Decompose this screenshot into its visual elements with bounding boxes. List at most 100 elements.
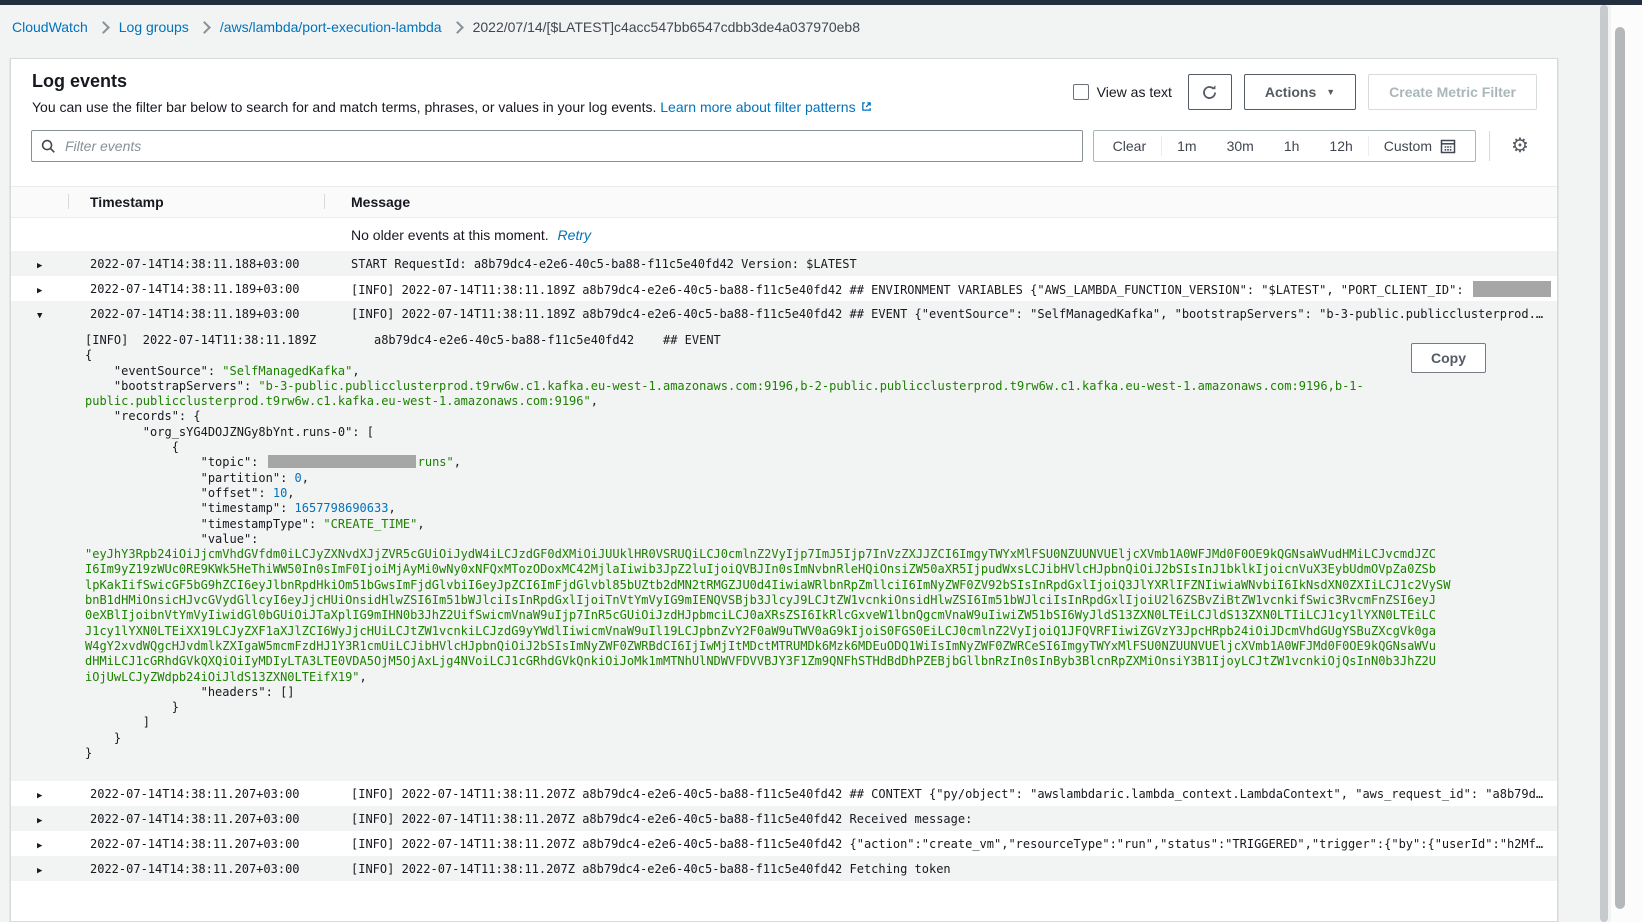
row-message: START RequestId: a8b79dc4-e2e6-40c5-ba88… [324, 257, 1557, 271]
time-presets: 1m30m1h12h [1162, 138, 1368, 154]
time-clear-button[interactable]: Clear [1098, 138, 1161, 154]
json-line: dHMiLCJ1cGRhdGVkQXQiOiIyMDIyLTA3LTE0VDA5… [85, 654, 1537, 669]
refresh-button[interactable] [1188, 74, 1232, 110]
row-timestamp: 2022-07-14T14:38:11.207+03:00 [68, 812, 324, 826]
log-events-table: Timestamp Message No older events at thi… [11, 186, 1557, 881]
log-row[interactable]: ▼ 2022-07-14T14:38:11.189+03:00[INFO] 202… [11, 301, 1557, 326]
log-row[interactable]: ▶ 2022-07-14T14:38:11.189+03:00[INFO] 202… [11, 276, 1557, 301]
json-line: "bootstrapServers": "b-3-public.publiccl… [85, 379, 1537, 394]
expand-arrow-icon[interactable]: ▶ [37, 261, 42, 271]
expand-arrow-icon[interactable]: ▶ [37, 841, 42, 851]
breadcrumb-chevron-icon [97, 21, 110, 34]
expand-arrow-icon[interactable]: ▶ [37, 816, 42, 826]
expanded-log-event: Copy[INFO] 2022-07-14T11:38:11.189Z a8b7… [11, 326, 1557, 781]
calendar-icon [1440, 138, 1456, 154]
actions-button[interactable]: Actions▼ [1244, 74, 1356, 110]
json-line: { [85, 440, 1537, 455]
breadcrumb-item: 2022/07/14/[$LATEST]c4acc547bb6547cdbb3d… [473, 19, 860, 35]
json-line: 0eXBlIjoibnVtYmVyIiwidGl0bGUiOiJTaXplIG9… [85, 608, 1537, 623]
json-line: "value": [85, 532, 1537, 547]
event-json: [INFO] 2022-07-14T11:38:11.189Z a8b79dc4… [85, 333, 1537, 761]
json-line: } [85, 700, 1537, 715]
redacted-text [1473, 281, 1551, 297]
time-preset-button[interactable]: 12h [1314, 138, 1367, 154]
json-line: } [85, 746, 1537, 761]
json-line: W4gY2xvdWQgcHJvdmlkZXIgaW5mcmFzdHJ1Y3R1c… [85, 639, 1537, 654]
row-timestamp: 2022-07-14T14:38:11.207+03:00 [68, 837, 324, 851]
row-message: [INFO] 2022-07-14T11:38:11.207Z a8b79dc4… [324, 812, 1557, 826]
header-controls: View as text Actions▼ Create Metric Filt… [1073, 74, 1537, 110]
refresh-icon [1201, 84, 1218, 101]
create-metric-filter-button[interactable]: Create Metric Filter [1368, 74, 1537, 110]
json-line: "headers": [] [85, 685, 1537, 700]
message-column-header: Message [324, 194, 1557, 210]
json-line: ] [85, 715, 1537, 730]
json-line: "partition": 0, [85, 471, 1537, 486]
inner-vertical-scrollbar[interactable] [1600, 5, 1608, 922]
window-vertical-scrollbar-thumb[interactable] [1615, 27, 1625, 909]
json-line: iOjUwLCJyZWdpb24iOiJldS13ZXN0LTEifX19", [85, 670, 1537, 685]
breadcrumb-item[interactable]: CloudWatch [12, 19, 88, 35]
time-custom-button[interactable]: Custom [1369, 138, 1471, 154]
row-timestamp: 2022-07-14T14:38:11.207+03:00 [68, 787, 324, 801]
log-row[interactable]: ▶ 2022-07-14T14:38:11.207+03:00[INFO] 202… [11, 806, 1557, 831]
learn-more-link[interactable]: Learn more about filter patterns [660, 99, 872, 115]
expand-arrow-icon[interactable]: ▶ [37, 866, 42, 876]
time-range-selector: Clear 1m30m1h12h Custom [1093, 130, 1476, 162]
filter-events-input[interactable] [63, 137, 1073, 155]
log-rows: ▶ 2022-07-14T14:38:11.188+03:00START Requ… [11, 251, 1557, 881]
log-row[interactable]: ▶ 2022-07-14T14:38:11.207+03:00[INFO] 202… [11, 781, 1557, 806]
view-as-text-label[interactable]: View as text [1097, 84, 1172, 100]
row-timestamp: 2022-07-14T14:38:11.189+03:00 [68, 282, 324, 296]
json-line: "offset": 10, [85, 486, 1537, 501]
timestamp-column-header: Timestamp [68, 194, 324, 210]
expand-arrow-icon[interactable]: ▶ [37, 791, 42, 801]
json-line: "topic": runs", [85, 455, 1537, 470]
copy-button[interactable]: Copy [1411, 343, 1486, 373]
breadcrumb: CloudWatch Log groups/aws/lambda/port-exe… [12, 19, 860, 35]
filter-events-box [31, 130, 1083, 162]
json-line: "eyJhY3Rpb24iOiJjcmVhdGVfdm0iLCJyZXNvdXJ… [85, 547, 1537, 562]
row-timestamp: 2022-07-14T14:38:11.188+03:00 [68, 257, 324, 271]
view-as-text-checkbox[interactable] [1073, 84, 1089, 100]
settings-button[interactable]: ⚙ [1503, 130, 1537, 162]
time-preset-button[interactable]: 30m [1212, 138, 1269, 154]
redacted-text [268, 455, 416, 468]
search-icon [41, 139, 56, 154]
page-description: You can use the filter bar below to sear… [32, 99, 873, 115]
json-line: bnB1dHMiOnsicHJvcGVydGllcyI6eyJjcHUiOnsi… [85, 593, 1537, 608]
row-message: [INFO] 2022-07-14T11:38:11.207Z a8b79dc4… [324, 862, 1557, 876]
chevron-down-icon: ▼ [1326, 88, 1335, 97]
json-line: [INFO] 2022-07-14T11:38:11.189Z a8b79dc4… [85, 333, 1537, 348]
log-events-panel: Log events You can use the filter bar be… [10, 58, 1558, 922]
collapse-arrow-icon[interactable]: ▼ [37, 311, 42, 321]
breadcrumb-chevron-icon [198, 21, 211, 34]
external-link-icon [860, 100, 873, 113]
log-row[interactable]: ▶2022-07-14T14:38:11.207+03:00[INFO] 202… [11, 831, 1557, 856]
json-line: } [85, 731, 1537, 746]
time-preset-button[interactable]: 1h [1269, 138, 1315, 154]
gear-icon: ⚙ [1511, 136, 1529, 156]
view-as-text-control: View as text [1073, 84, 1172, 100]
log-row[interactable]: ▶ 2022-07-14T14:38:11.207+03:00[INFO] 202… [11, 856, 1557, 881]
json-line: "eventSource": "SelfManagedKafka", [85, 364, 1537, 379]
empty-notice-text: No older events at this moment. [351, 227, 549, 243]
row-timestamp: 2022-07-14T14:38:11.189+03:00 [68, 307, 324, 321]
json-line: public.publicclusterprod.t9rw6w.c1.kafka… [85, 394, 1537, 409]
json-line: { [85, 348, 1537, 363]
breadcrumb-item[interactable]: Log groups [119, 19, 189, 35]
filter-toolbar: Clear 1m30m1h12h Custom ⚙ [31, 130, 1537, 162]
console-top-bar-edge [0, 0, 1642, 5]
log-row[interactable]: ▶ 2022-07-14T14:38:11.188+03:00START Requ… [11, 251, 1557, 276]
retry-link[interactable]: Retry [558, 227, 591, 243]
row-message: [INFO] 2022-07-14T11:38:11.207Z a8b79dc4… [324, 787, 1557, 801]
no-older-events-row: No older events at this moment. Retry [11, 218, 1557, 251]
breadcrumb-item[interactable]: /aws/lambda/port-execution-lambda [220, 19, 442, 35]
row-message: [INFO] 2022-07-14T11:38:11.189Z a8b79dc4… [324, 281, 1557, 297]
row-timestamp: 2022-07-14T14:38:11.207+03:00 [68, 862, 324, 876]
time-preset-button[interactable]: 1m [1162, 138, 1211, 154]
json-line: "timestampType": "CREATE_TIME", [85, 517, 1537, 532]
json-line: "timestamp": 1657798690633, [85, 501, 1537, 516]
expand-arrow-icon[interactable]: ▶ [37, 286, 42, 296]
row-message: [INFO] 2022-07-14T11:38:11.189Z a8b79dc4… [324, 307, 1557, 321]
